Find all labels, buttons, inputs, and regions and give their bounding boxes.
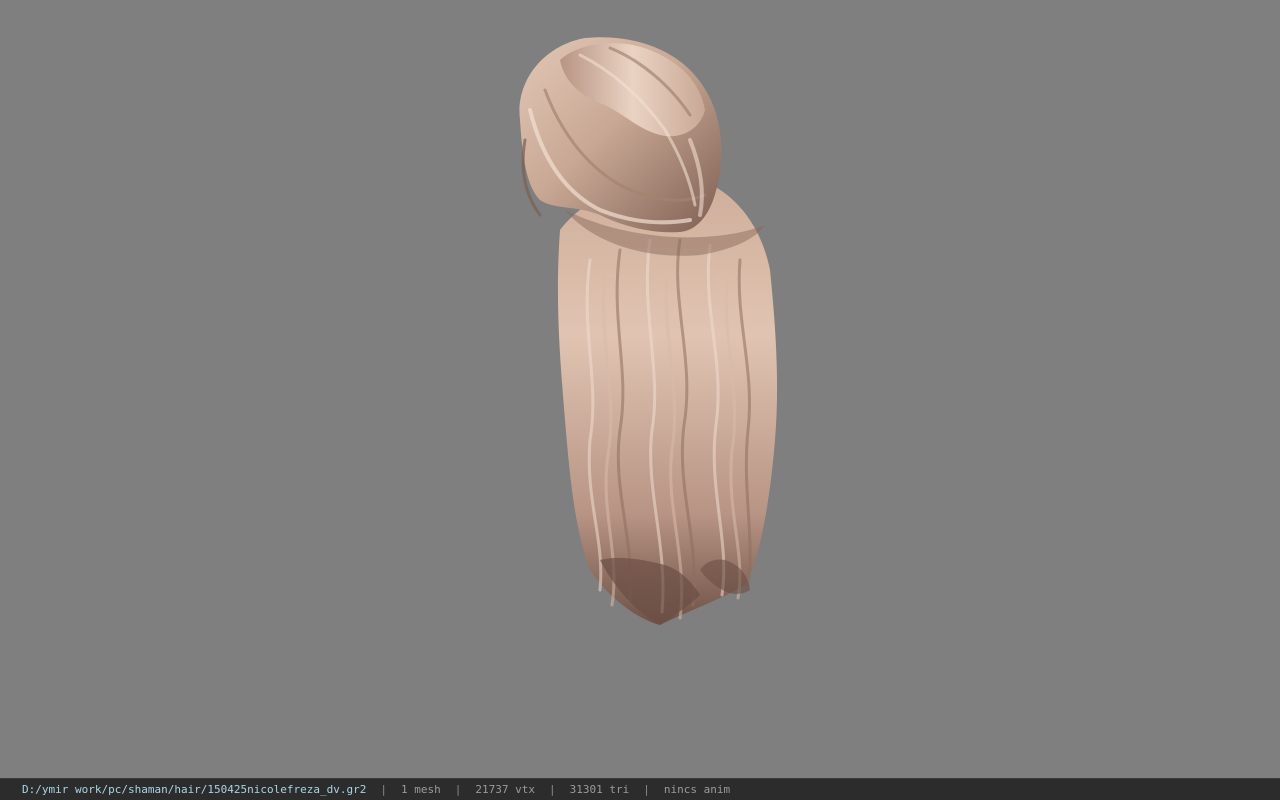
vertex-count: 21737 vtx [475,783,535,796]
separator: | [454,783,462,796]
separator: | [643,783,650,796]
status-bar: D:/ymir work/pc/shaman/hair/150425nicole… [0,778,1280,800]
3d-viewport[interactable] [0,0,1280,778]
mesh-count: 1 mesh [401,783,441,796]
anim-status: nincs anim [663,783,731,796]
triangle-count: 31301 tri [569,783,630,796]
file-path: D:/ymir work/pc/shaman/hair/150425nicole… [22,783,367,796]
hair-model [519,37,778,626]
separator: | [548,783,556,796]
separator: | [380,783,387,796]
